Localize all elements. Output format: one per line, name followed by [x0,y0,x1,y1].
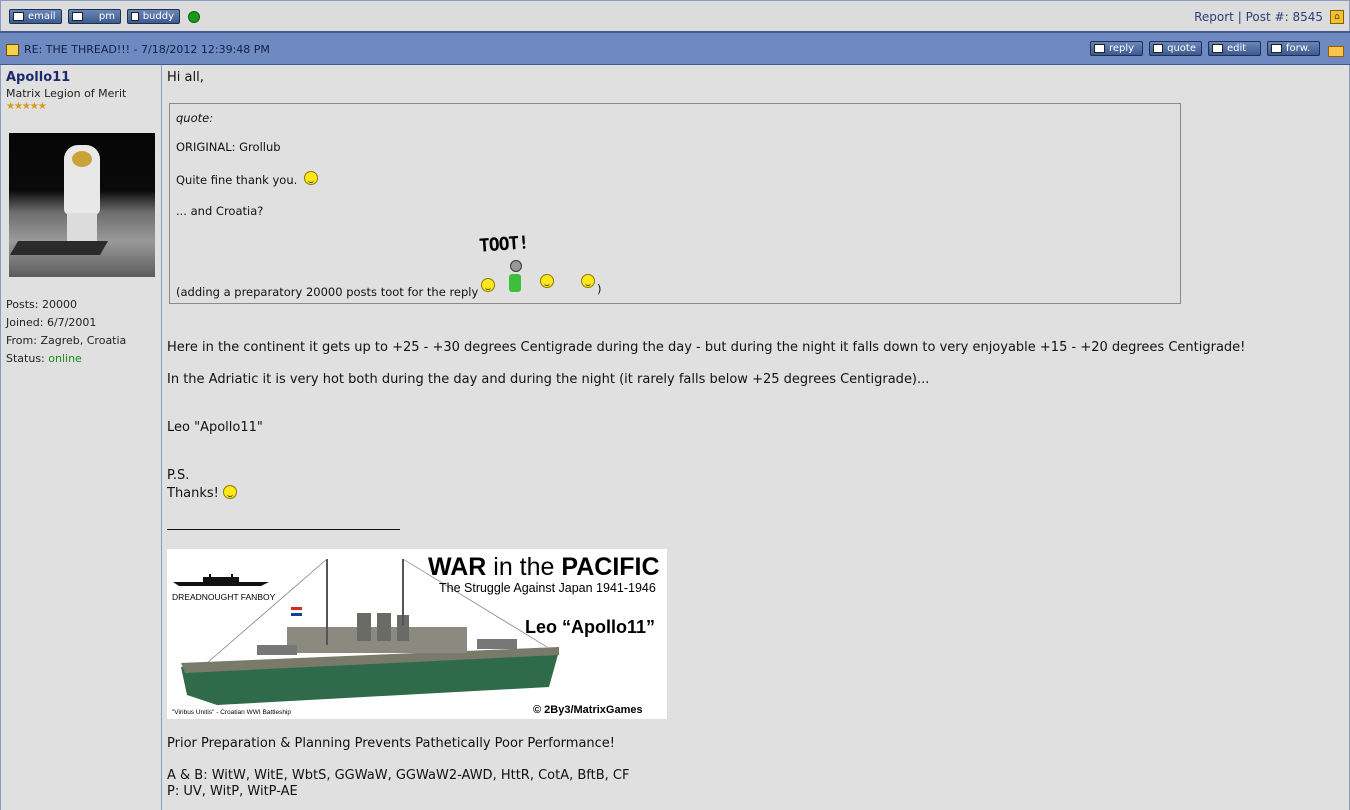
envelope-icon [13,12,24,21]
reply-button-label: reply [1109,43,1135,54]
email-button[interactable]: email [9,9,62,24]
quote-line-1-text: Quite fine thank you. [176,173,298,187]
greeting: Hi all, [167,70,204,85]
banner-copyright: © 2By3/MatrixGames [533,704,643,716]
reply-icon [1094,44,1105,53]
mail-icon[interactable] [1328,46,1344,57]
posts-value: 20000 [41,298,77,311]
post-title: RE: THE THREAD!!! - 7/18/2012 12:39:48 P… [24,43,270,56]
post-number: 8545 [1292,10,1323,24]
joined-value: 6/7/2001 [46,316,97,329]
croatian-flag-icon [291,607,302,616]
quote-block: quote: ORIGINAL: Grollub Quite fine than… [169,103,1181,304]
buddy-button[interactable]: buddy [127,9,180,24]
reply-button[interactable]: reply [1090,41,1143,56]
edit-button[interactable]: edit [1208,41,1261,56]
post-number-label: Post #: [1245,10,1289,24]
author-location: From: Zagreb, Croatia [6,334,126,347]
banner-caption: "Viribus Unitis" - Croatian WWI Battlesh… [172,709,292,716]
author-posts: Posts: 20000 [6,298,77,311]
pm-button[interactable]: pm [68,9,121,24]
signature-p-games: P: UV, WitP, WitP-AE [167,784,298,799]
quote-label: quote: [176,111,214,125]
toot-emoticon: TOOT! ) [476,232,606,298]
banner-title-pacific: PACIFIC [561,553,660,581]
banner-subtitle: The Struggle Against Japan 1941-1946 [439,581,656,595]
paragraph-adriatic: In the Adriatic it is very hot both duri… [167,372,930,387]
smiley-icon [540,274,554,288]
quote-original: ORIGINAL: Grollub [176,140,281,154]
banner-title-in-the: in the [486,553,562,581]
author-rank: Matrix Legion of Merit [6,87,127,100]
posts-label: Posts: [6,298,39,311]
quote-closing-paren: ) [597,282,602,296]
from-value: Zagreb, Croatia [40,334,127,347]
thanks-text: Thanks! [167,486,219,501]
online-status-icon [188,11,200,23]
post-header: RE: THE THREAD!!! - 7/18/2012 12:39:48 P… [0,31,1350,65]
private-message-icon [72,12,83,21]
signoff: Leo "Apollo11" [167,420,263,435]
rank-stars-icon: ★★★★★ [6,101,47,112]
status-label: Status: [6,352,45,365]
ps-label: P.S. [167,468,190,483]
smiley-icon [303,170,318,185]
post-icon [6,44,19,56]
separator: | [1237,10,1242,24]
report-link[interactable]: Report [1194,10,1234,24]
post-body: Hi all, quote: ORIGINAL: Grollub Quite f… [162,65,1350,810]
smiley-icon [223,484,238,499]
forward-button-label: forw. [1286,43,1311,54]
author-status: Status: online [6,352,82,365]
quote-icon [1153,44,1164,53]
email-button-label: email [28,11,56,22]
author-name[interactable]: Apollo11 [6,70,70,85]
person-icon [510,260,522,272]
signature-motto: Prior Preparation & Planning Prevents Pa… [167,736,616,751]
quote-line-3: (adding a preparatory 20000 posts toot f… [176,285,479,299]
quote-button[interactable]: quote [1149,41,1202,56]
post-meta: Report | Post #: 8545 [1194,10,1323,24]
status-value: online [48,352,82,365]
smiley-icon [481,278,495,292]
top-of-page-icon[interactable]: ⌂ [1330,10,1344,24]
avatar [9,133,155,277]
edit-button-label: edit [1227,43,1247,54]
thanks-line: Thanks! [167,484,238,501]
quote-line-1: Quite fine thank you. [176,170,318,188]
signature-divider [167,529,400,530]
banner-title-war: WAR [428,553,487,581]
forward-icon [1271,44,1282,53]
buddy-button-label: buddy [142,11,174,22]
user-action-bar: email pm buddy Report | Post #: 8545 ⌂ [0,0,1350,32]
from-label: From: [6,334,37,347]
buddy-icon [131,12,139,21]
toot-text: TOOT! [478,232,529,257]
banner-author-name: Leo “Apollo11” [525,617,656,637]
trumpet-icon [509,274,521,292]
edit-icon [1212,44,1223,53]
author-panel: Apollo11 Matrix Legion of Merit ★★★★★ Po… [0,65,162,810]
smiley-icon [581,274,595,288]
banner-title: WAR in the PACIFIC [428,553,660,582]
forward-button[interactable]: forw. [1267,41,1320,56]
quote-button-label: quote [1167,43,1196,54]
author-joined: Joined: 6/7/2001 [6,316,96,329]
pm-button-label: pm [98,11,115,22]
quote-line-2: ... and Croatia? [176,204,264,218]
paragraph-continent: Here in the continent it gets up to +25 … [167,340,1246,355]
signature-ab-games: A & B: WitW, WitE, WbtS, GGWaW, GGWaW2-A… [167,768,630,783]
joined-label: Joined: [6,316,44,329]
signature-banner: DREADNOUGHT FANBOY WAR in the PACIFIC Th… [167,549,667,719]
